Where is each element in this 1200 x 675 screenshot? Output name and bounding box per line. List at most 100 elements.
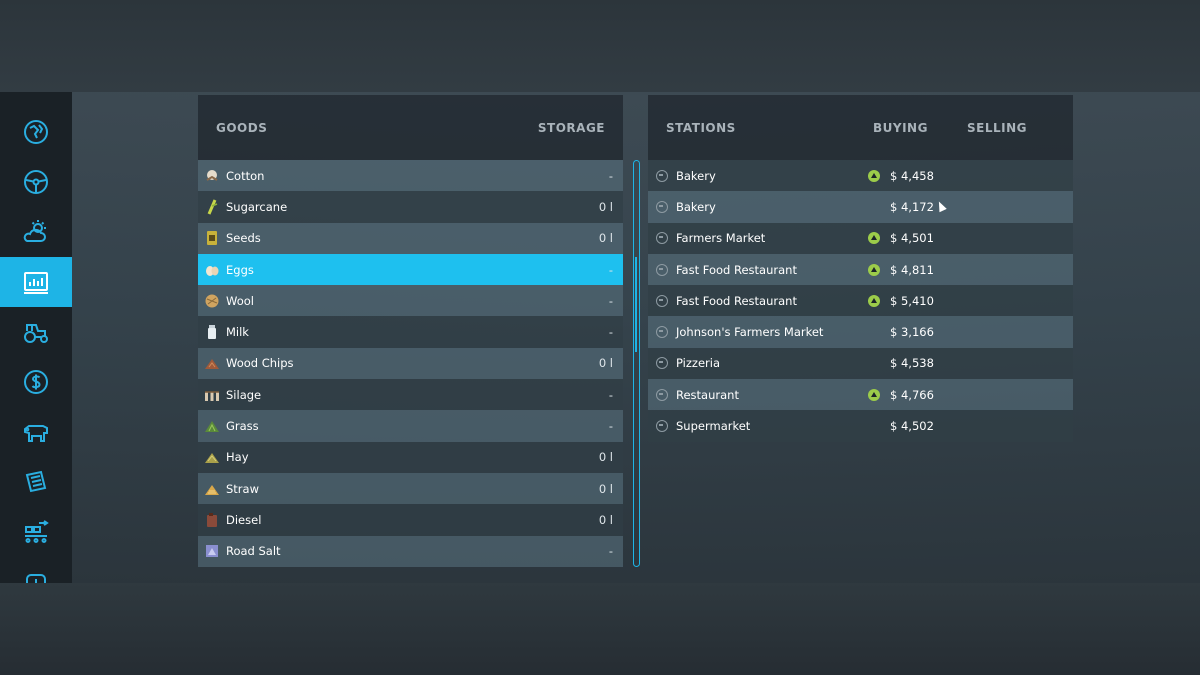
sidebar-item-contracts[interactable]: [0, 457, 72, 507]
station-buying-price: $ 4,766: [890, 387, 934, 402]
tractor-icon: [24, 324, 48, 343]
cow-icon: [24, 425, 48, 442]
milk-icon: [204, 324, 220, 340]
station-pin-icon: [656, 388, 668, 401]
station-buying-price: $ 4,458: [890, 168, 934, 183]
dollar-icon: [24, 370, 48, 394]
station-row-supermarket[interactable]: Supermarket $ 4,502: [648, 410, 1073, 442]
goods-label: Sugarcane: [226, 199, 288, 214]
goods-row-milk[interactable]: Milk -: [198, 316, 623, 348]
station-row-fast-food-restaurant[interactable]: Fast Food Restaurant $ 4,811: [648, 253, 1073, 286]
station-row-fast-food-restaurant[interactable]: Fast Food Restaurant $ 5,410: [648, 285, 1073, 317]
station-pin-icon: [656, 294, 668, 307]
goods-row-sugarcane[interactable]: Sugarcane 0 l: [198, 191, 623, 223]
sidebar-item-help[interactable]: [0, 557, 72, 583]
station-row-bakery[interactable]: Bakery $ 4,458: [648, 160, 1073, 192]
goods-label: Road Salt: [226, 544, 281, 559]
goods-storage-value: 0 l: [598, 356, 613, 371]
goods-row-seeds[interactable]: Seeds 0 l: [198, 222, 623, 254]
eggs-icon: [204, 262, 220, 278]
hay-icon: [204, 449, 220, 465]
cotton-icon: [204, 168, 220, 184]
trend-placeholder: [868, 357, 880, 369]
sidebar-item-weather[interactable]: [0, 207, 72, 257]
station-name: Johnson's Farmers Market: [676, 325, 824, 340]
goods-storage-value: -: [608, 419, 613, 434]
station-row-bakery[interactable]: Bakery $ 4,172: [648, 191, 1073, 223]
straw-icon: [204, 481, 220, 497]
station-pin-icon: [656, 357, 668, 370]
diesel-icon: [204, 512, 220, 528]
station-buying-price: $ 4,538: [890, 356, 934, 371]
sidebar-item-animals[interactable]: [0, 407, 72, 457]
bottom-letterbox: [0, 583, 1200, 675]
station-row-johnsons-farmers-market[interactable]: Johnson's Farmers Market $ 3,166: [648, 316, 1073, 348]
production-icon: [25, 520, 49, 543]
sidebar-item-map[interactable]: [0, 107, 72, 157]
goods-row-cotton[interactable]: Cotton -: [198, 160, 623, 192]
price-up-icon: [868, 232, 880, 245]
stations-column-header: STATIONS: [666, 120, 736, 135]
goods-row-road-salt[interactable]: Road Salt -: [198, 535, 623, 567]
goods-storage-value: -: [608, 325, 613, 340]
goods-label: Eggs: [226, 262, 254, 277]
price-up-icon: [868, 263, 880, 276]
sidebar-item-vehicles-list[interactable]: [0, 307, 72, 357]
station-row-restaurant[interactable]: Restaurant $ 4,766: [648, 379, 1073, 411]
station-buying-price: $ 5,410: [890, 293, 934, 308]
goods-storage-value: -: [608, 262, 613, 277]
goods-row-hay[interactable]: Hay 0 l: [198, 441, 623, 473]
price-up-icon: [868, 294, 880, 307]
storage-column-header: STORAGE: [537, 120, 605, 135]
goods-storage-value: -: [608, 293, 613, 308]
goods-storage-value: -: [608, 544, 613, 559]
stations-panel: STATIONS BUYING SELLING Bakery $ 4,458 B…: [648, 95, 1073, 442]
station-name: Farmers Market: [676, 231, 766, 246]
goods-storage-value: -: [608, 168, 613, 183]
contracts-icon: [25, 470, 47, 493]
steering-wheel-icon: [24, 170, 48, 194]
station-pin-icon: [656, 326, 668, 339]
sidebar-item-vehicles[interactable]: [0, 157, 72, 207]
sidebar-item-finances[interactable]: [0, 357, 72, 407]
goods-scrollbar[interactable]: [633, 160, 640, 567]
sugarcane-icon: [204, 199, 220, 215]
station-row-farmers-market[interactable]: Farmers Market $ 4,501: [648, 222, 1073, 254]
buying-column-header: BUYING: [873, 120, 928, 135]
goods-header: GOODS STORAGE: [198, 95, 623, 160]
goods-scrollbar-thumb[interactable]: [635, 257, 637, 352]
goods-label: Wood Chips: [226, 356, 294, 371]
goods-row-grass[interactable]: Grass -: [198, 410, 623, 442]
price-up-icon: [868, 169, 880, 182]
goods-label: Hay: [226, 450, 249, 465]
station-buying-price: $ 3,166: [890, 325, 934, 340]
goods-storage-value: 0 l: [598, 481, 613, 496]
goods-row-straw[interactable]: Straw 0 l: [198, 472, 623, 505]
goods-label: Grass: [226, 419, 259, 434]
station-name: Fast Food Restaurant: [676, 293, 797, 308]
weather-icon: [23, 220, 46, 242]
stations-header: STATIONS BUYING SELLING: [648, 95, 1073, 160]
station-buying-price: $ 4,811: [890, 262, 934, 277]
goods-list: Cotton - Sugarcane 0 l Seeds 0 l Eggs - …: [198, 160, 623, 567]
goods-row-eggs[interactable]: Eggs -: [198, 253, 623, 286]
goods-row-wood-chips[interactable]: Wood Chips 0 l: [198, 347, 623, 380]
goods-column-header: GOODS: [216, 120, 268, 135]
goods-row-diesel[interactable]: Diesel 0 l: [198, 504, 623, 536]
goods-label: Milk: [226, 325, 249, 340]
goods-label: Cotton: [226, 168, 265, 183]
sidebar-item-prices[interactable]: [0, 257, 72, 307]
station-name: Pizzeria: [676, 356, 720, 371]
sidebar-item-production[interactable]: [0, 507, 72, 557]
station-pin-icon: [656, 200, 668, 213]
goods-storage-value: 0 l: [598, 450, 613, 465]
goods-row-wool[interactable]: Wool -: [198, 285, 623, 317]
station-row-pizzeria[interactable]: Pizzeria $ 4,538: [648, 347, 1073, 380]
station-buying-price: $ 4,502: [890, 419, 934, 434]
goods-row-silage[interactable]: Silage -: [198, 379, 623, 411]
station-pin-icon: [656, 263, 668, 276]
price-up-icon: [868, 388, 880, 401]
top-letterbox: [0, 0, 1200, 92]
goods-label: Seeds: [226, 231, 261, 246]
trend-placeholder: [868, 326, 880, 338]
